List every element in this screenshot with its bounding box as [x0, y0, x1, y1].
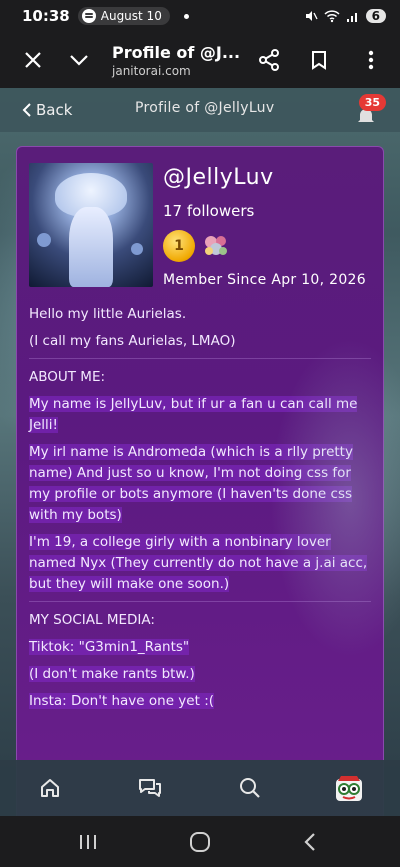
notifications-button[interactable]: 35	[350, 94, 386, 128]
profile-card: @JellyLuv 17 followers 1 Member Since Ap…	[16, 146, 384, 816]
divider	[29, 601, 371, 602]
bio-tiktok-note: (I don't make rants btw.)	[29, 666, 195, 682]
gold-medal-icon[interactable]: 1	[163, 230, 195, 262]
site-header: Back Profile of @JellyLuv 35	[0, 88, 400, 132]
badge-row: 1	[163, 230, 366, 262]
avatar-bubble-shape	[131, 243, 143, 255]
bio-greeting: Hello my little Aurielas.	[29, 306, 187, 322]
media-pill[interactable]: August 10	[77, 7, 170, 25]
page-content: Back Profile of @JellyLuv 35 @JellyLuv 1…	[0, 88, 400, 816]
chat-icon[interactable]	[134, 772, 166, 804]
profile-info: @JellyLuv 17 followers 1 Member Since Ap…	[163, 163, 366, 288]
browser-title: Profile of @J...	[112, 42, 241, 62]
status-time: 10:38	[22, 7, 70, 25]
back-label: Back	[36, 101, 73, 119]
notification-count-badge: 35	[358, 94, 386, 111]
back-button[interactable]: Back	[22, 101, 72, 119]
bio-about-2: My irl name is Andromeda (which is a rll…	[29, 444, 353, 523]
status-icons: 6	[304, 9, 386, 23]
signal-icon	[346, 13, 357, 22]
bottom-navigation	[0, 760, 400, 816]
bio-about-1: My name is JellyLuv, but if ur a fan u c…	[29, 396, 358, 433]
recent-apps-icon[interactable]	[76, 830, 100, 854]
browser-url: janitorai.com	[112, 63, 191, 78]
bio-insta: Insta: Don't have one yet :(	[29, 693, 215, 709]
follower-count[interactable]: 17 followers	[163, 202, 366, 220]
user-avatar[interactable]	[333, 772, 365, 804]
wifi-icon	[324, 10, 340, 23]
avatar	[29, 163, 153, 287]
notification-dot-icon	[183, 13, 189, 19]
home-button-icon[interactable]	[188, 830, 212, 854]
media-date: August 10	[100, 9, 162, 23]
bio-tiktok: Tiktok: "G3min1_Rants"	[29, 639, 190, 655]
divider	[29, 358, 371, 359]
member-since: Member Since Apr 10, 2026	[163, 272, 366, 288]
more-options-icon[interactable]	[356, 45, 386, 75]
status-bar: 10:38 August 10 6	[0, 0, 400, 32]
profile-bio: Hello my little Aurielas. (I call my fan…	[29, 304, 371, 712]
browser-title-area[interactable]: Profile of @J... janitorai.com	[112, 43, 254, 78]
mute-icon	[305, 11, 318, 21]
chevron-down-icon[interactable]	[64, 45, 94, 75]
close-icon[interactable]	[18, 45, 48, 75]
chevron-left-icon	[22, 103, 31, 117]
page-title: Profile of @JellyLuv	[135, 100, 275, 116]
spotify-icon	[81, 9, 96, 23]
bio-about-header: ABOUT ME:	[29, 369, 106, 385]
avatar-figure-shape	[69, 207, 113, 287]
share-icon[interactable]	[254, 45, 284, 75]
battery-indicator: 6	[365, 9, 386, 23]
avatar-bubble-shape	[37, 233, 51, 247]
system-navigation-bar	[0, 816, 400, 867]
bio-fans-note: (I call my fans Aurielas, LMAO)	[29, 333, 236, 349]
flower-badge-icon[interactable]	[201, 232, 231, 260]
profile-handle: @JellyLuv	[163, 165, 274, 190]
browser-toolbar: Profile of @J... janitorai.com	[0, 32, 400, 88]
profile-header: @JellyLuv 17 followers 1 Member Since Ap…	[29, 163, 371, 288]
back-arrow-icon[interactable]	[298, 830, 322, 854]
home-icon[interactable]	[34, 772, 66, 804]
bookmark-icon[interactable]	[304, 45, 334, 75]
bio-social-header: MY SOCIAL MEDIA:	[29, 612, 155, 628]
bio-about-3: I'm 19, a college girly with a nonbinary…	[29, 534, 368, 592]
search-icon[interactable]	[234, 772, 266, 804]
